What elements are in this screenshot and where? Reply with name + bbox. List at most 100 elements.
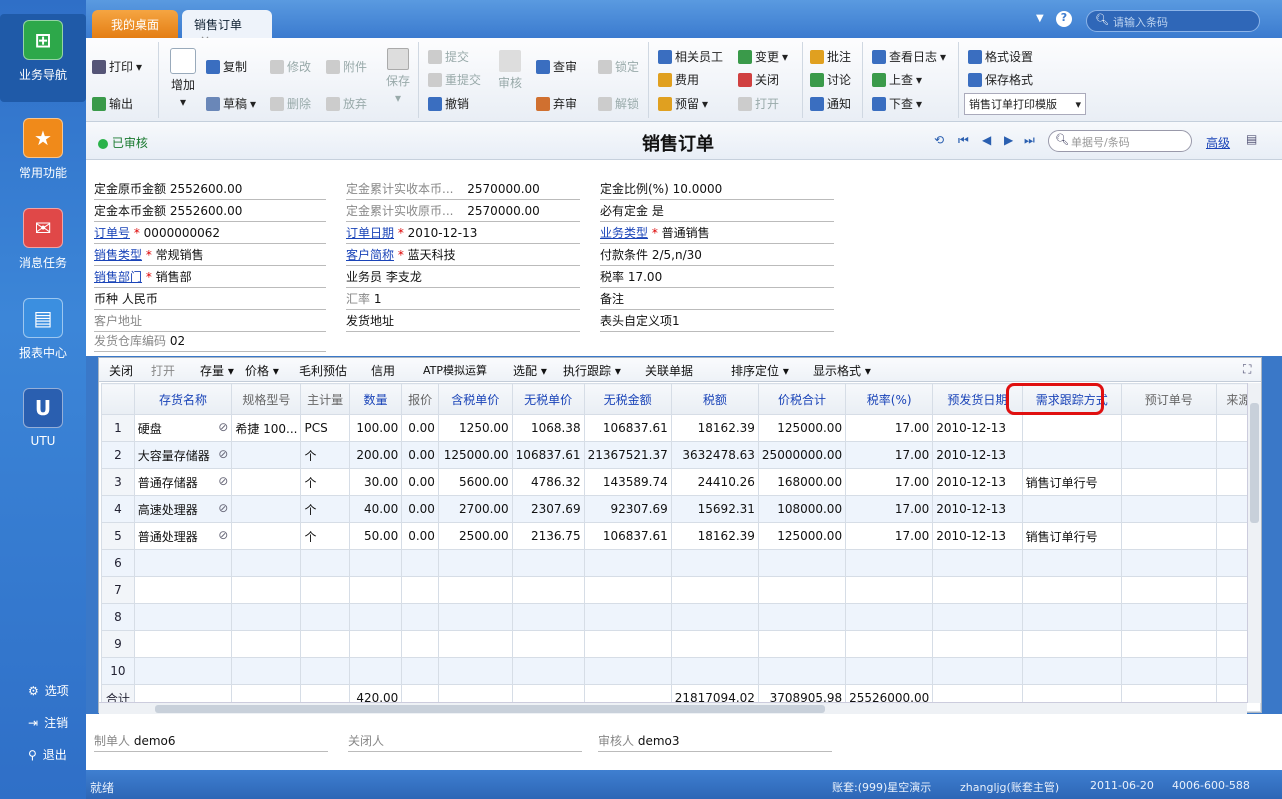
salesperson-field[interactable]: 业务员 李支龙 [346, 268, 580, 288]
table-cell[interactable]: 0.00 [401, 414, 439, 442]
deposit-received-original-field[interactable]: 定金累计实收原币... 2570000.00 [346, 202, 580, 222]
output-button[interactable]: 输出 [92, 95, 133, 112]
grid-close-button[interactable]: 关闭 [109, 362, 133, 379]
table-cell[interactable] [300, 549, 350, 577]
table-cell[interactable]: 个 [300, 495, 350, 523]
warehouse-code-field[interactable]: 发货仓库编码 02 [94, 332, 326, 352]
table-cell[interactable]: 销售订单行号 [1021, 522, 1122, 550]
table-cell[interactable]: 3632478.63 [670, 441, 759, 469]
table-cell[interactable] [231, 468, 302, 496]
table-cell[interactable]: 2010-12-13 [932, 522, 1023, 550]
table-cell[interactable] [670, 576, 759, 604]
table-cell[interactable] [1120, 414, 1217, 442]
search-input[interactable]: 🔍︎ 请输入条码 [1086, 10, 1260, 32]
horizontal-scrollbar[interactable] [99, 702, 1247, 714]
expand-icon[interactable]: ⛶ [1243, 362, 1251, 377]
table-cell[interactable] [845, 657, 934, 685]
table-cell[interactable]: 18162.39 [670, 522, 759, 550]
table-cell[interactable]: 17.00 [845, 522, 934, 550]
grid-price-button[interactable]: 价格 ▾ [245, 362, 279, 379]
table-cell[interactable] [670, 657, 759, 685]
table-cell[interactable] [1021, 414, 1122, 442]
view-log-button[interactable]: 查看日志 ▾ [872, 48, 946, 65]
table-cell[interactable]: 50.00 [348, 522, 403, 550]
table-cell[interactable] [845, 576, 934, 604]
sales-type-field[interactable]: 销售类型 * 常规销售 [94, 246, 326, 266]
options-link[interactable]: ⚙ 选项 [28, 682, 69, 699]
table-cell[interactable] [231, 630, 302, 658]
table-cell[interactable]: 24410.26 [670, 468, 759, 496]
business-type-field[interactable]: 业务类型 * 普通销售 [600, 224, 834, 244]
table-cell[interactable]: 92307.69 [583, 495, 672, 523]
table-cell[interactable]: 125000.00 [757, 414, 847, 442]
table-cell[interactable] [437, 657, 513, 685]
remarks-field[interactable]: 备注 [600, 290, 834, 310]
exchange-rate-field[interactable]: 汇率 1 [346, 290, 580, 310]
shipping-address-field[interactable]: 发货地址 [346, 312, 580, 332]
grid-layout-icon[interactable]: ▤ [1246, 132, 1257, 146]
table-cell[interactable] [348, 657, 403, 685]
save-button[interactable]: 保存 ▾ [386, 48, 410, 105]
table-cell[interactable] [348, 630, 403, 658]
table-cell[interactable]: 2136.75 [511, 522, 585, 550]
first-record-icon[interactable]: ⏮ [958, 133, 969, 148]
deposit-received-local-field[interactable]: 定金累计实收本币... 2570000.00 [346, 180, 580, 200]
table-cell[interactable]: PCS [300, 414, 350, 442]
document-search-input[interactable]: 🔍︎ 单据号/条码 [1048, 130, 1192, 152]
table-cell[interactable] [1120, 603, 1217, 631]
customer-address-field[interactable]: 客户地址 [94, 312, 326, 332]
table-cell[interactable] [133, 603, 233, 631]
table-cell[interactable] [583, 630, 672, 658]
table-cell[interactable]: 2010-12-13 [932, 441, 1023, 469]
payment-terms-field[interactable]: 付款条件 2/5,n/30 [600, 246, 834, 266]
table-cell[interactable] [583, 657, 672, 685]
table-cell[interactable]: 大容量存储器 ⊘ [133, 441, 233, 469]
table-cell[interactable] [401, 576, 439, 604]
prev-record-icon[interactable]: ◀ [982, 133, 991, 147]
change-button[interactable]: 变更 ▾ [738, 48, 788, 65]
staff-button[interactable]: 相关员工 [658, 48, 723, 65]
lock-button[interactable]: 锁定 [598, 58, 639, 75]
table-cell[interactable]: 106837.61 [511, 441, 585, 469]
table-cell[interactable]: 143589.74 [583, 468, 672, 496]
table-cell[interactable]: 30.00 [348, 468, 403, 496]
deposit-local-field[interactable]: 定金本币金额 2552600.00 [94, 202, 326, 222]
table-cell[interactable]: 15692.31 [670, 495, 759, 523]
table-cell[interactable] [300, 576, 350, 604]
resubmit-button[interactable]: 重提交 [428, 71, 481, 88]
table-cell[interactable] [1021, 657, 1122, 685]
table-cell[interactable]: 希捷 100... [231, 414, 302, 442]
table-cell[interactable] [932, 630, 1023, 658]
print-button[interactable]: 打印 ▾ [92, 58, 142, 75]
tab-desktop[interactable]: 我的桌面 [92, 10, 178, 38]
order-date-field[interactable]: 订单日期 * 2010-12-13 [346, 224, 580, 244]
exit-link[interactable]: ⚲ 退出 [28, 746, 67, 763]
table-cell[interactable] [932, 657, 1023, 685]
column-header[interactable]: 价税合计 [757, 383, 847, 415]
table-cell[interactable] [845, 603, 934, 631]
add-button[interactable]: 增加 ▾ [170, 48, 196, 109]
table-cell[interactable]: 1068.38 [511, 414, 585, 442]
currency-field[interactable]: 币种 人民币 [94, 290, 326, 310]
table-cell[interactable]: 18162.39 [670, 414, 759, 442]
discuss-button[interactable]: 讨论 [810, 71, 851, 88]
table-cell[interactable] [133, 549, 233, 577]
required-deposit-field[interactable]: 必有定金 是 [600, 202, 834, 222]
table-cell[interactable] [757, 549, 847, 577]
check-button[interactable]: 查审 [536, 58, 577, 75]
nav-reports[interactable]: ▤ 报表中心 [0, 298, 86, 361]
table-cell[interactable] [231, 549, 302, 577]
table-cell[interactable]: 普通存储器 ⊘ [133, 468, 233, 496]
vertical-scrollbar[interactable] [1247, 383, 1261, 703]
column-header[interactable]: 存货名称 [133, 383, 233, 415]
grid-credit-button[interactable]: 信用 [371, 362, 395, 379]
table-cell[interactable] [300, 630, 350, 658]
table-cell[interactable] [437, 549, 513, 577]
table-cell[interactable]: 5600.00 [437, 468, 513, 496]
table-cell[interactable] [1120, 495, 1217, 523]
format-settings-button[interactable]: 格式设置 [968, 48, 1033, 65]
table-cell[interactable]: 106837.61 [583, 414, 672, 442]
tax-rate-field[interactable]: 税率 17.00 [600, 268, 834, 288]
column-header[interactable]: 主计量 [300, 383, 350, 415]
table-cell[interactable] [1021, 630, 1122, 658]
